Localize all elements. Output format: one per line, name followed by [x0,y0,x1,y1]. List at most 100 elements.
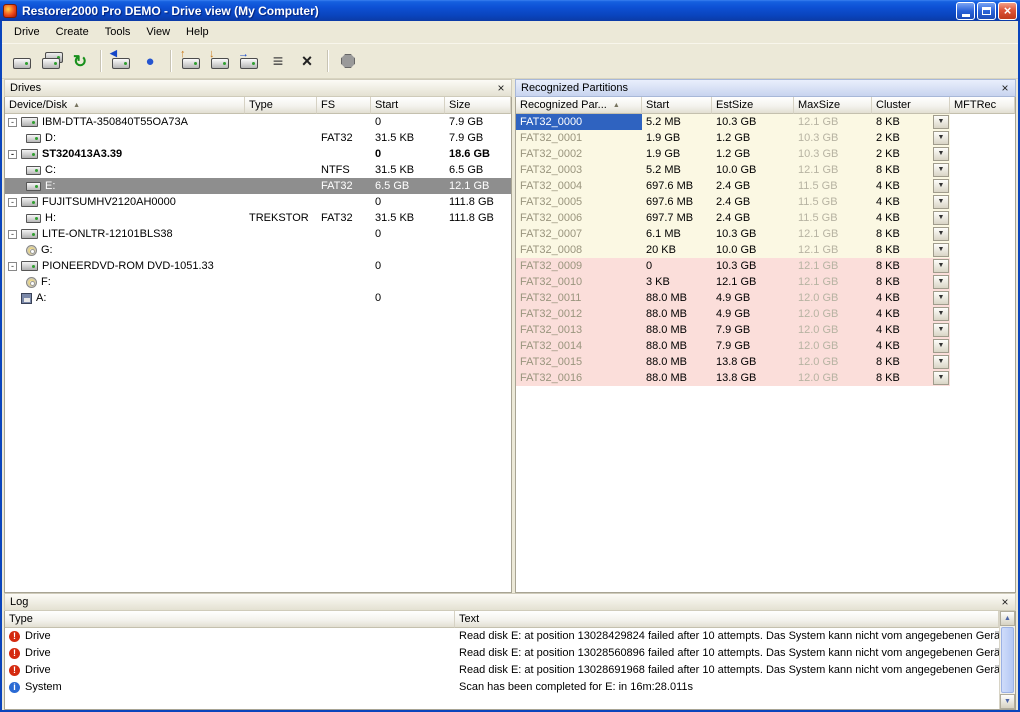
partition-row[interactable]: FAT32_0012 88.0 MB 4.9 GB 12.0 GB 4 KB ▼ [516,306,1015,322]
partition-row[interactable]: FAT32_0013 88.0 MB 7.9 GB 12.0 GB 4 KB ▼ [516,322,1015,338]
column-header-mftrec[interactable]: MFTRec [950,97,1015,114]
drive-button[interactable] [8,47,36,75]
cluster-dropdown-icon[interactable]: ▼ [933,115,949,129]
minimize-button[interactable] [956,1,975,20]
log-type: Drive [25,630,51,642]
drive-row[interactable]: - LITE-ONLTR-12101BLS38 0 [5,226,511,242]
cluster-dropdown-icon[interactable]: ▼ [933,259,949,273]
cluster-dropdown-icon[interactable]: ▼ [933,339,949,353]
tree-expander-icon[interactable]: - [8,197,17,207]
cluster-dropdown-icon[interactable]: ▼ [933,211,949,225]
refresh-button[interactable]: ↻ [66,47,94,75]
column-header-device-disk[interactable]: Device/Disk ▲ [5,97,245,114]
cluster-dropdown-icon[interactable]: ▼ [933,227,949,241]
partition-row[interactable]: FAT32_0011 88.0 MB 4.9 GB 12.0 GB 4 KB ▼ [516,290,1015,306]
scan-button[interactable]: ● [136,47,164,75]
partition-row[interactable]: FAT32_0006 697.7 MB 2.4 GB 11.5 GB 4 KB ▼ [516,210,1015,226]
column-header-type[interactable]: Type [245,97,317,114]
column-header-start[interactable]: Start [642,97,712,114]
column-header-maxsize[interactable]: MaxSize [794,97,872,114]
column-header-cluster[interactable]: Cluster [872,97,950,114]
open-drive-button[interactable]: ◀ [107,47,135,75]
drive-row[interactable]: G: [5,242,511,258]
drive-row[interactable]: - FUJITSUMHV2120AH0000 0 111.8 GB [5,194,511,210]
create-image-button[interactable]: ↓ [206,47,234,75]
close-drive-button[interactable]: × [293,47,321,75]
copy-drives-button[interactable] [37,47,65,75]
drive-row[interactable]: - PIONEERDVD-ROM DVD-1051.33 0 [5,258,511,274]
log-scrollbar[interactable]: ▲ ▼ [999,611,1015,709]
partition-row[interactable]: FAT32_0015 88.0 MB 13.8 GB 12.0 GB 8 KB ▼ [516,354,1015,370]
cluster-dropdown-icon[interactable]: ▼ [933,323,949,337]
partition-estsize: 7.9 GB [716,324,751,336]
partition-row[interactable]: FAT32_0002 1.9 GB 1.2 GB 10.3 GB 2 KB ▼ [516,146,1015,162]
log-row[interactable]: ! Drive Read disk E: at position 130284298… [5,628,999,645]
drives-panel-close-icon[interactable]: × [494,82,508,95]
cluster-dropdown-icon[interactable]: ▼ [933,291,949,305]
partition-row[interactable]: FAT32_0003 5.2 MB 10.0 GB 12.1 GB 8 KB ▼ [516,162,1015,178]
partition-row[interactable]: FAT32_0014 88.0 MB 7.9 GB 12.0 GB 4 KB ▼ [516,338,1015,354]
scroll-down-icon[interactable]: ▼ [1000,694,1015,709]
drive-row[interactable]: A: 0 [5,290,511,306]
open-image-button[interactable]: ↑ [177,47,205,75]
cluster-dropdown-icon[interactable]: ▼ [933,179,949,193]
drive-row[interactable]: - ST320413A3.39 0 18.6 GB [5,146,511,162]
column-header-estsize[interactable]: EstSize [712,97,794,114]
tree-expander-icon[interactable]: - [8,261,17,271]
log-row[interactable]: i System Scan has been completed for E: in… [5,679,999,696]
drive-row[interactable]: E: FAT32 6.5 GB 12.1 GB [5,178,511,194]
partition-row[interactable]: FAT32_0000 5.2 MB 10.3 GB 12.1 GB 8 KB ▼ [516,114,1015,130]
menu-item-create[interactable]: Create [48,23,97,41]
partition-row[interactable]: FAT32_0005 697.6 MB 2.4 GB 11.5 GB 4 KB ▼ [516,194,1015,210]
column-header-type[interactable]: Type [5,611,455,628]
drive-size: 7.9 GB [449,116,484,128]
column-header-size[interactable]: Size [445,97,511,114]
log-row[interactable]: ! Drive Read disk E: at position 130285608… [5,645,999,662]
partition-row[interactable]: FAT32_0004 697.6 MB 2.4 GB 11.5 GB 4 KB ▼ [516,178,1015,194]
partition-row[interactable]: FAT32_0008 20 KB 10.0 GB 12.1 GB 8 KB ▼ [516,242,1015,258]
menu-item-tools[interactable]: Tools [97,23,139,41]
log-row[interactable]: ! Drive Read disk E: at position 130286919… [5,662,999,679]
cluster-dropdown-icon[interactable]: ▼ [933,307,949,321]
close-button[interactable]: × [998,1,1017,20]
tree-expander-icon[interactable]: - [8,229,17,239]
recognized-panel-close-icon[interactable]: × [998,82,1012,95]
drive-row[interactable]: H: TREKSTOR FAT32 31.5 KB 111.8 GB [5,210,511,226]
tree-expander-icon[interactable]: - [8,149,17,159]
menu-item-help[interactable]: Help [178,23,217,41]
stop-button[interactable] [334,47,362,75]
properties-button[interactable]: ≡ [264,47,292,75]
partition-row[interactable]: FAT32_0009 0 10.3 GB 12.1 GB 8 KB ▼ [516,258,1015,274]
column-header-recognized-par-[interactable]: Recognized Par... ▲ [516,97,642,114]
cluster-dropdown-icon[interactable]: ▼ [933,275,949,289]
tree-expander-icon[interactable]: - [8,117,17,127]
menu-item-view[interactable]: View [138,23,178,41]
partition-row[interactable]: FAT32_0016 88.0 MB 13.8 GB 12.0 GB 8 KB ▼ [516,370,1015,386]
cluster-dropdown-icon[interactable]: ▼ [933,131,949,145]
column-header-label: Cluster [876,99,911,111]
export-button[interactable]: → [235,47,263,75]
cluster-dropdown-icon[interactable]: ▼ [933,243,949,257]
column-header-text[interactable]: Text [455,611,999,628]
column-header-fs[interactable]: FS [317,97,371,114]
partition-row[interactable]: FAT32_0010 3 KB 12.1 GB 12.1 GB 8 KB ▼ [516,274,1015,290]
partition-start: 1.9 GB [646,148,681,160]
partition-row[interactable]: FAT32_0007 6.1 MB 10.3 GB 12.1 GB 8 KB ▼ [516,226,1015,242]
drive-size [445,242,511,258]
column-header-start[interactable]: Start [371,97,445,114]
menu-item-drive[interactable]: Drive [6,23,48,41]
maximize-button[interactable] [977,1,996,20]
drive-row[interactable]: C: NTFS 31.5 KB 6.5 GB [5,162,511,178]
scroll-thumb[interactable] [1001,627,1014,693]
cluster-dropdown-icon[interactable]: ▼ [933,355,949,369]
scroll-up-icon[interactable]: ▲ [1000,611,1015,626]
drive-row[interactable]: F: [5,274,511,290]
log-panel-close-icon[interactable]: × [998,596,1012,609]
cluster-dropdown-icon[interactable]: ▼ [933,371,949,385]
cluster-dropdown-icon[interactable]: ▼ [933,147,949,161]
drive-row[interactable]: - IBM-DTTA-350840T55OA73A 0 7.9 GB [5,114,511,130]
cluster-dropdown-icon[interactable]: ▼ [933,163,949,177]
partition-row[interactable]: FAT32_0001 1.9 GB 1.2 GB 10.3 GB 2 KB ▼ [516,130,1015,146]
cluster-dropdown-icon[interactable]: ▼ [933,195,949,209]
drive-row[interactable]: D: FAT32 31.5 KB 7.9 GB [5,130,511,146]
